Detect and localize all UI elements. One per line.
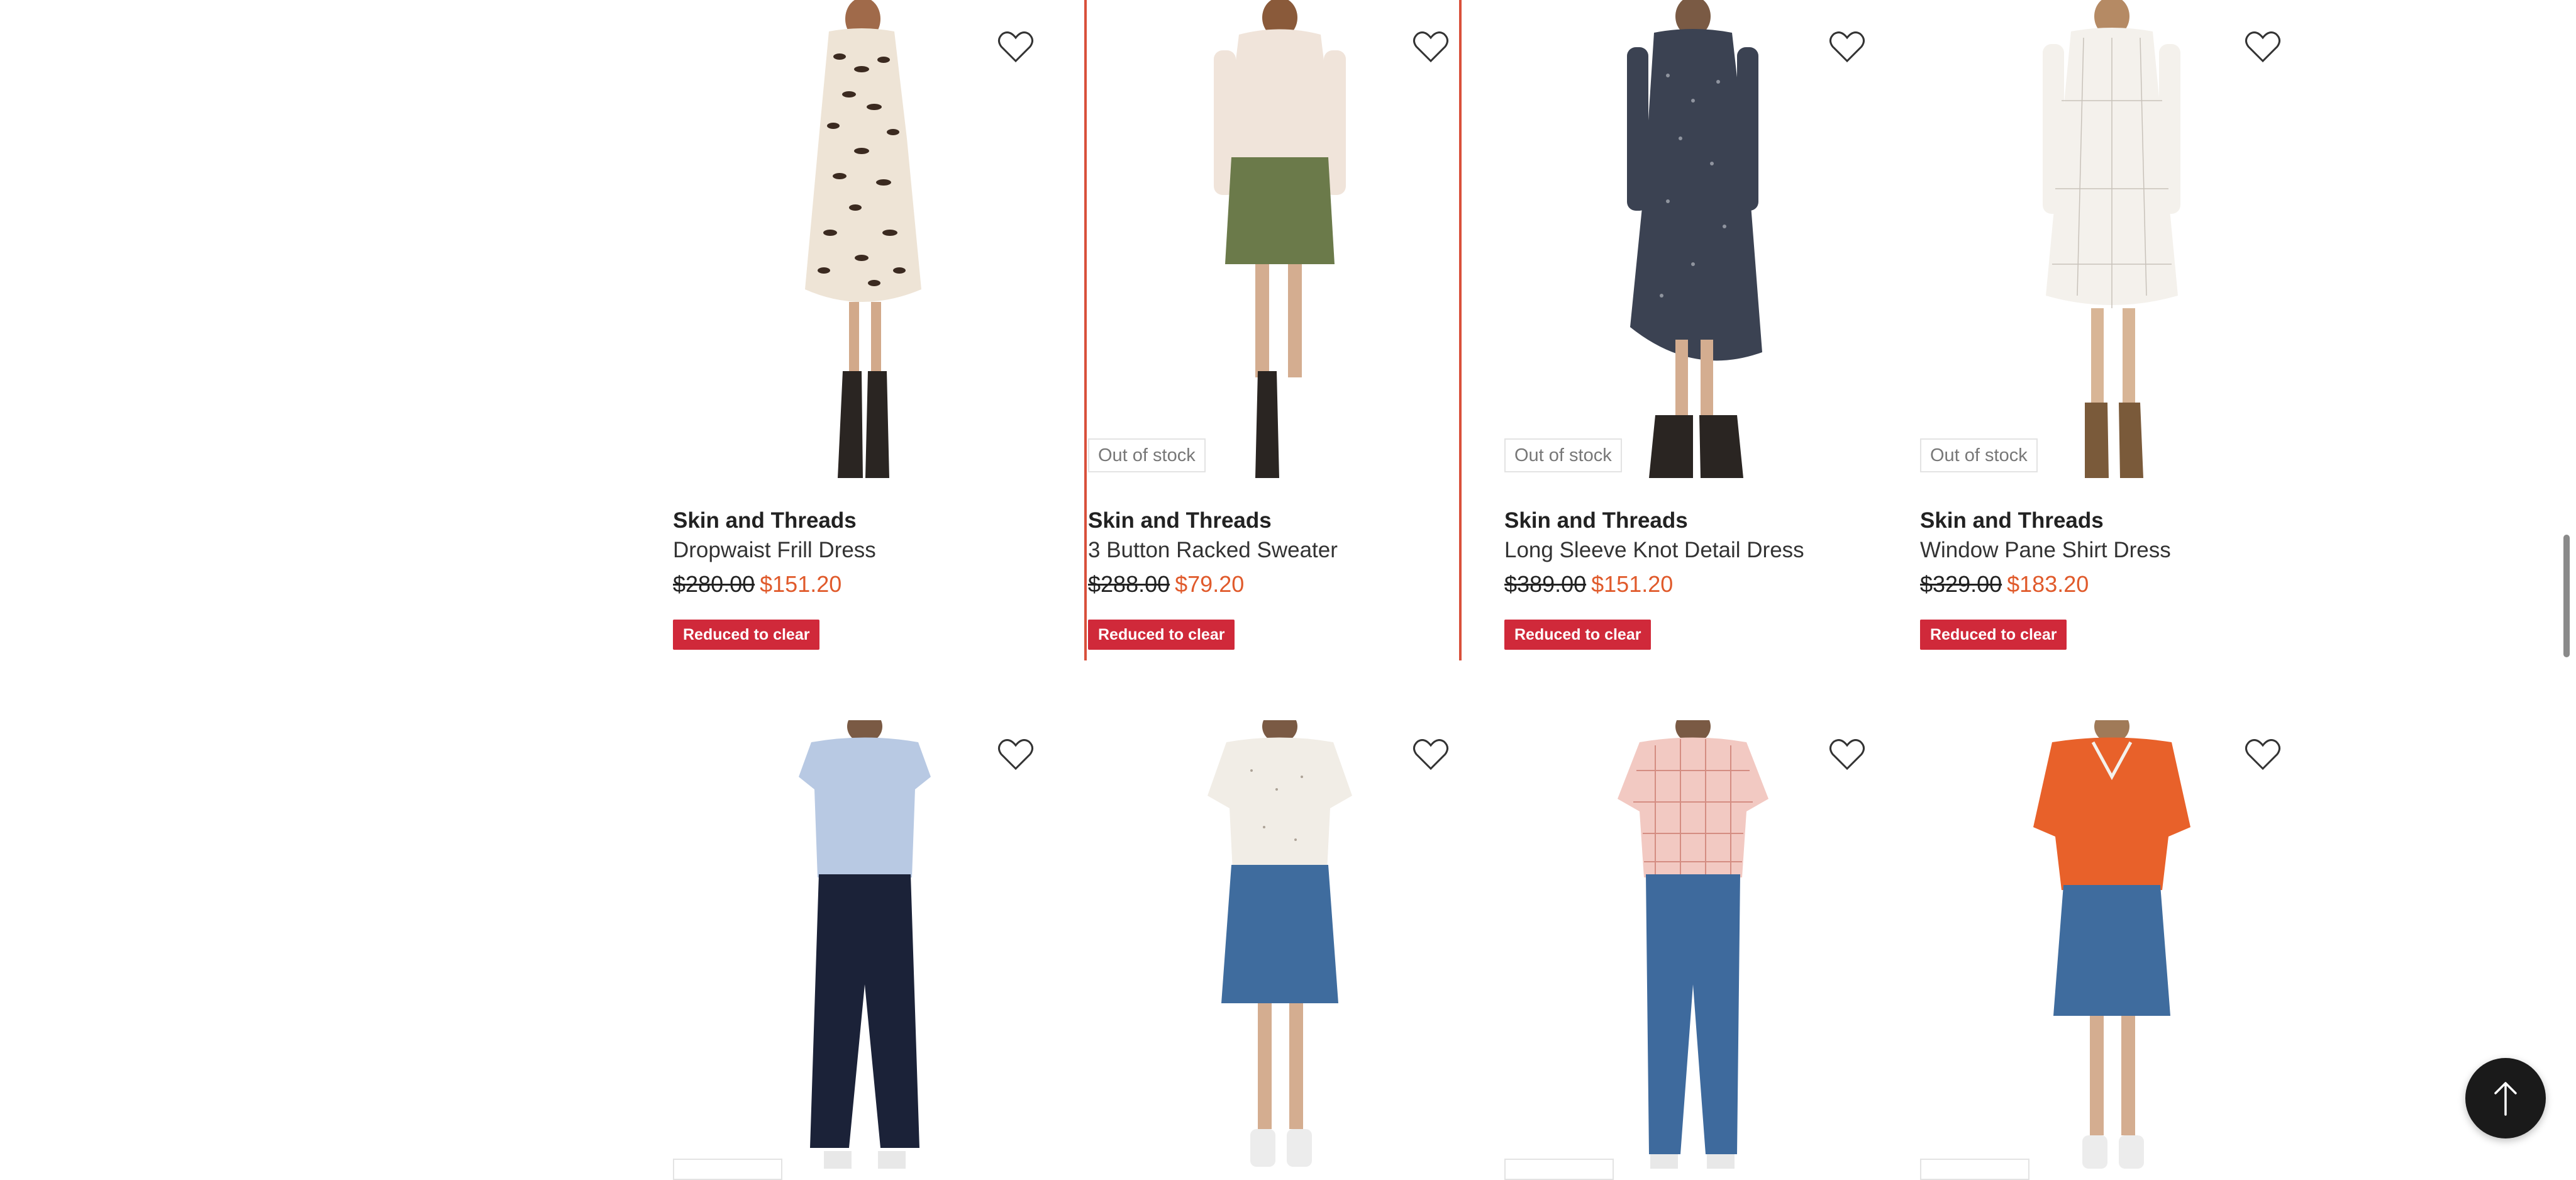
product-price: $329.00 $183.20 [1920, 571, 2089, 598]
product-image-tshirt-jeans [799, 720, 931, 1169]
product-price: $288.00 $79.20 [1088, 571, 1244, 598]
out-of-stock-badge: Out of stock [1920, 438, 2038, 472]
product-image[interactable]: Out of stock [1504, 0, 1875, 484]
product-image[interactable] [673, 0, 1044, 484]
product-brand[interactable]: Skin and Threads [1088, 508, 1272, 533]
arrow-up-icon [2494, 1082, 2517, 1116]
favorite-button[interactable] [2238, 21, 2288, 72]
product-image[interactable] [1088, 720, 1459, 1169]
product-card[interactable]: Out of stock Skin and Threads 3 Button R… [1084, 0, 1503, 660]
original-price: $288.00 [1088, 571, 1170, 597]
heart-outline-icon [2245, 739, 2280, 771]
out-of-stock-badge [1920, 1159, 2029, 1180]
favorite-button[interactable] [1822, 729, 1872, 779]
product-brand[interactable]: Skin and Threads [673, 508, 857, 533]
sale-price: $151.20 [1591, 571, 1674, 597]
out-of-stock-badge [673, 1159, 782, 1180]
favorite-button[interactable] [2238, 729, 2288, 779]
heart-outline-icon [1413, 31, 1448, 63]
product-image-navy-dress [1627, 0, 1762, 478]
product-name[interactable]: Long Sleeve Knot Detail Dress [1504, 538, 1804, 563]
sale-price: $151.20 [760, 571, 842, 597]
heart-outline-icon [1829, 739, 1865, 771]
original-price: $280.00 [673, 571, 755, 597]
product-image[interactable] [673, 720, 1044, 1169]
product-card[interactable] [1088, 720, 1503, 1169]
product-card[interactable]: Skin and Threads Dropwaist Frill Dress $… [673, 0, 1088, 660]
promo-tag: Reduced to clear [1920, 620, 2067, 650]
heart-outline-icon [998, 739, 1033, 771]
heart-outline-icon [1829, 31, 1865, 63]
product-brand[interactable]: Skin and Threads [1504, 508, 1688, 533]
back-to-top-button[interactable] [2465, 1058, 2546, 1138]
product-grid: Skin and Threads Dropwaist Frill Dress $… [0, 0, 2576, 1180]
product-card[interactable] [1504, 720, 1919, 1180]
product-price: $280.00 $151.20 [673, 571, 841, 598]
product-image[interactable]: Out of stock [1088, 0, 1459, 484]
product-price: $389.00 $151.20 [1504, 571, 1673, 598]
product-image-gingham-blouse-jeans [1618, 720, 1768, 1169]
promo-tag: Reduced to clear [1504, 620, 1652, 650]
original-price: $389.00 [1504, 571, 1587, 597]
product-image[interactable] [1920, 720, 2291, 1169]
product-name[interactable]: Dropwaist Frill Dress [673, 538, 876, 563]
product-brand[interactable]: Skin and Threads [1920, 508, 2104, 533]
product-card[interactable] [1920, 720, 2335, 1180]
product-card[interactable]: Out of stock Skin and Threads Long Sleev… [1504, 0, 1919, 660]
favorite-button[interactable] [1406, 729, 1456, 779]
product-card[interactable]: Out of stock Skin and Threads Window Pan… [1920, 0, 2335, 660]
product-card[interactable] [673, 720, 1088, 1180]
sale-price: $79.20 [1175, 571, 1245, 597]
favorite-button[interactable] [991, 729, 1041, 779]
heart-outline-icon [2245, 31, 2280, 63]
favorite-button[interactable] [1406, 21, 1456, 72]
out-of-stock-badge: Out of stock [1504, 438, 1622, 472]
sale-price: $183.20 [2007, 571, 2089, 597]
original-price: $329.00 [1920, 571, 2002, 597]
product-name[interactable]: Window Pane Shirt Dress [1920, 538, 2171, 563]
product-image-blouse-denim-skirt [1208, 720, 1352, 1167]
promo-tag: Reduced to clear [1088, 620, 1235, 650]
out-of-stock-badge [1504, 1159, 1614, 1180]
scrollbar-thumb[interactable] [2563, 535, 2570, 657]
heart-outline-icon [1413, 739, 1448, 771]
product-image-sweater-skirt [1214, 0, 1346, 478]
promo-tag: Reduced to clear [673, 620, 820, 650]
heart-outline-icon [998, 31, 1033, 63]
product-name[interactable]: 3 Button Racked Sweater [1088, 538, 1338, 563]
product-image-dress-leopard [805, 0, 921, 478]
product-image-orange-sweater-denim-skirt [2033, 720, 2190, 1169]
product-image[interactable] [1504, 720, 1875, 1169]
favorite-button[interactable] [991, 21, 1041, 72]
out-of-stock-badge: Out of stock [1088, 438, 1206, 472]
product-image[interactable]: Out of stock [1920, 0, 2291, 484]
product-image-shirt-dress [2043, 0, 2180, 478]
favorite-button[interactable] [1822, 21, 1872, 72]
